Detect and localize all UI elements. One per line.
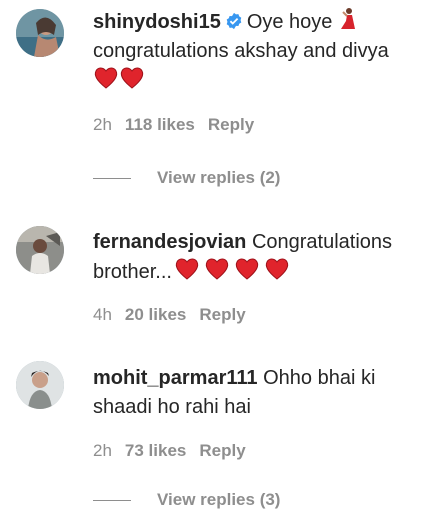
comment-message-line-2: congratulations akshay and divya [93, 40, 389, 62]
heart-emoji-icon [235, 258, 259, 280]
verified-badge-icon [226, 12, 242, 30]
reply-button[interactable]: Reply [199, 441, 245, 460]
comment-meta: 2h 118 likes Reply [93, 115, 267, 135]
avatar[interactable] [16, 226, 64, 274]
comment-time: 2h [93, 115, 112, 134]
heart-emoji-row [172, 257, 292, 290]
comment-time: 2h [93, 441, 112, 460]
avatar-image [16, 226, 64, 274]
comment-time: 4h [93, 305, 112, 324]
view-replies-button[interactable]: View replies (2) [93, 168, 280, 188]
replies-divider-line [93, 178, 131, 180]
comment-message-line-2: brother... [93, 261, 172, 283]
dancer-emoji-icon [340, 8, 355, 29]
avatar-image [16, 9, 64, 57]
view-replies-button[interactable]: View replies (3) [93, 490, 280, 510]
comment-meta: 4h 20 likes Reply [93, 305, 259, 325]
comment-message-line-1: Congratulations [251, 231, 393, 253]
heart-emoji-icon [175, 258, 199, 280]
comment-message-line-2: shaadi ho rahi hai [93, 396, 251, 418]
heart-emoji-icon [94, 67, 118, 89]
comment-meta: 2h 73 likes Reply [93, 441, 259, 461]
avatar[interactable] [16, 9, 64, 57]
avatar[interactable] [16, 361, 64, 409]
comment-text: shinydoshi15 Oye hoye congratulations aks… [93, 7, 428, 99]
heart-emoji-icon [205, 258, 229, 280]
view-replies-label: View replies (3) [157, 490, 281, 509]
heart-emoji-icon [265, 258, 289, 280]
reply-button[interactable]: Reply [199, 305, 245, 324]
comment-likes[interactable]: 20 likes [125, 305, 186, 324]
heart-emoji-row [93, 66, 145, 99]
comment-text: mohit_parmar111 Ohho bhai ki shaadi ho r… [93, 364, 428, 422]
avatar-image [16, 361, 64, 409]
comment-likes[interactable]: 73 likes [125, 441, 186, 460]
comment-message-line-1: Ohho bhai ki [263, 367, 376, 389]
reply-button[interactable]: Reply [208, 115, 254, 134]
comment-text: fernandesjovian Congratulations brother.… [93, 228, 428, 290]
comment-likes[interactable]: 118 likes [125, 115, 195, 134]
comment-username[interactable]: fernandesjovian [93, 231, 246, 253]
view-replies-label: View replies (2) [157, 168, 281, 187]
comment-message-line-1: Oye hoye [246, 11, 333, 33]
comment-username[interactable]: shinydoshi15 [93, 11, 221, 33]
comment-username[interactable]: mohit_parmar111 [93, 367, 258, 389]
heart-emoji-icon [120, 67, 144, 89]
